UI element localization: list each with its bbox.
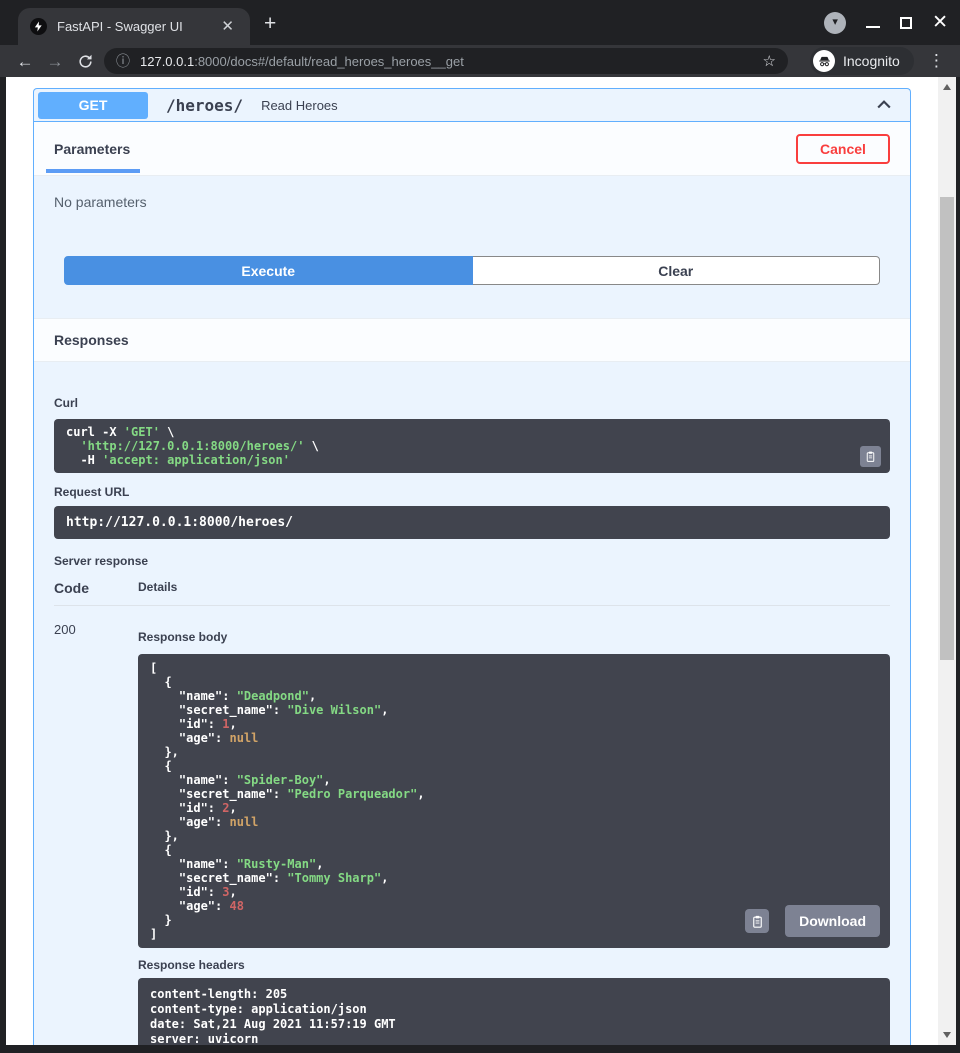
curl-command: curl -X 'GET' \ 'http://127.0.0.1:8000/h… (66, 425, 878, 467)
page-scrollbar[interactable] (938, 77, 956, 1045)
response-table-header: Code Details (54, 580, 890, 606)
opblock-get-heroes: GET /heroes/ Read Heroes Parameters Canc… (33, 88, 911, 1045)
endpoint-path: /heroes/ (166, 96, 243, 115)
endpoint-summary: Read Heroes (261, 98, 338, 113)
server-response-label: Server response (54, 554, 890, 568)
status-code: 200 (54, 614, 138, 1045)
close-window-button[interactable]: ✕ (932, 13, 948, 32)
back-icon[interactable]: ← (10, 53, 40, 70)
responses-title: Responses (54, 332, 129, 348)
method-badge: GET (38, 92, 148, 119)
collapse-chevron-icon[interactable] (874, 95, 894, 115)
request-url-value: http://127.0.0.1:8000/heroes/ (54, 506, 890, 539)
responses-header: Responses (34, 318, 910, 362)
incognito-icon (813, 50, 835, 72)
execute-button[interactable]: Execute (64, 256, 473, 285)
opblock-summary[interactable]: GET /heroes/ Read Heroes (34, 89, 910, 122)
url-path: :8000/docs#/default/read_heroes_heroes__… (194, 54, 464, 69)
response-body-json: [ { "name": "Deadpond", "secret_name": "… (150, 661, 878, 941)
window-controls: ▾ ✕ (824, 0, 952, 45)
copy-curl-icon[interactable] (860, 446, 881, 467)
swagger-page: GET /heroes/ Read Heroes Parameters Canc… (6, 77, 938, 1045)
site-info-icon[interactable]: ⓘ (116, 54, 130, 68)
response-body-actions: Download (745, 905, 880, 937)
details-column-header: Details (138, 580, 177, 596)
response-body-box: [ { "name": "Deadpond", "secret_name": "… (138, 654, 890, 948)
tab-title: FastAPI - Swagger UI (57, 19, 217, 34)
bookmark-star-icon[interactable]: ☆ (763, 54, 776, 69)
execute-row: Execute Clear (34, 238, 910, 318)
browser-tab[interactable]: FastAPI - Swagger UI ✕ (18, 8, 250, 45)
browser-toolbar: ← → ⓘ 127.0.0.1:8000/docs#/default/read_… (0, 45, 960, 77)
address-bar[interactable]: ⓘ 127.0.0.1:8000/docs#/default/read_hero… (104, 48, 788, 74)
response-row-200: 200 Response body [ { "name": "Deadpond"… (54, 606, 890, 1045)
server-response-table: Code Details 200 Response body [ { "name… (54, 580, 890, 1045)
curl-command-box: curl -X 'GET' \ 'http://127.0.0.1:8000/h… (54, 419, 890, 473)
browser-titlebar: FastAPI - Swagger UI ✕ + ▾ ✕ (0, 0, 960, 45)
clear-button[interactable]: Clear (473, 256, 881, 285)
parameters-header: Parameters Cancel (34, 122, 910, 176)
response-headers-label: Response headers (138, 958, 890, 972)
curl-label: Curl (54, 396, 78, 410)
response-headers-box: content-length: 205content-type: applica… (138, 978, 890, 1045)
download-button[interactable]: Download (785, 905, 880, 937)
fastapi-favicon-icon (30, 18, 47, 35)
code-column-header: Code (54, 580, 138, 596)
browser-window: FastAPI - Swagger UI ✕ + ▾ ✕ ← → ⓘ 127.0… (0, 0, 960, 1053)
forward-icon[interactable]: → (40, 53, 70, 70)
incognito-badge: Incognito (810, 47, 914, 75)
tab-close-icon[interactable]: ✕ (217, 17, 238, 36)
url-host: 127.0.0.1 (140, 54, 194, 69)
response-body-label: Response body (138, 630, 227, 644)
maximize-button[interactable] (900, 17, 912, 29)
incognito-label: Incognito (843, 53, 900, 69)
cancel-button[interactable]: Cancel (796, 134, 890, 164)
tab-parameters[interactable]: Parameters (54, 141, 130, 157)
url-text[interactable]: 127.0.0.1:8000/docs#/default/read_heroes… (140, 54, 755, 69)
scrollbar-thumb[interactable] (940, 197, 954, 660)
browser-menu-icon[interactable]: ⋮ (928, 51, 945, 71)
scroll-down-icon[interactable] (943, 1032, 951, 1038)
new-tab-button[interactable]: + (264, 13, 276, 34)
minimize-button[interactable] (866, 26, 880, 28)
request-url-label: Request URL (54, 485, 890, 499)
no-parameters-text: No parameters (34, 176, 910, 238)
window-menu-icon[interactable]: ▾ (824, 12, 846, 34)
response-details-cell: Response body [ { "name": "Deadpond", "s… (138, 614, 890, 1045)
responses-body: Curl curl -X 'GET' \ 'http://127.0.0.1:8… (34, 362, 910, 1045)
scroll-up-icon[interactable] (943, 84, 951, 90)
reload-icon[interactable] (70, 53, 100, 70)
copy-response-icon[interactable] (745, 909, 769, 933)
